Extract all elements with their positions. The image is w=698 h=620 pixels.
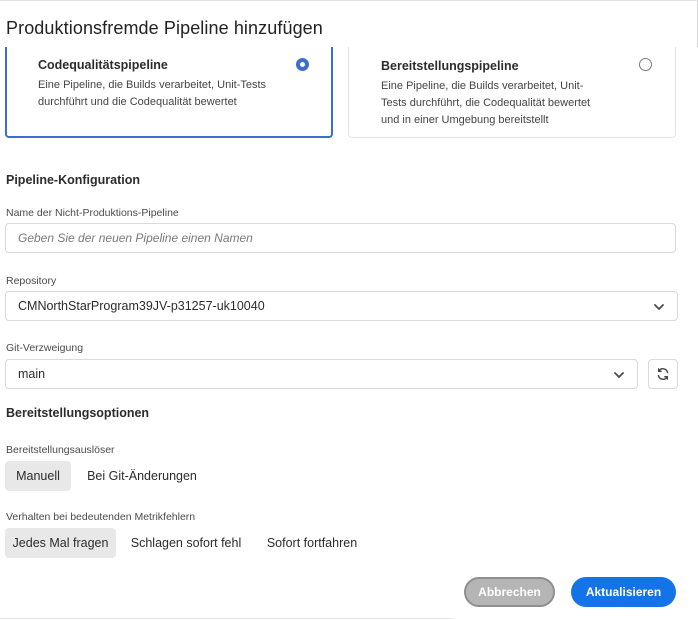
- radio-unselected-icon[interactable]: [639, 58, 652, 71]
- dialog-title: Produktionsfremde Pipeline hinzufügen: [6, 18, 323, 38]
- card-title: Codequalitätspipeline: [38, 58, 168, 72]
- chevron-down-icon: [654, 304, 664, 310]
- metric-failure-label: Verhalten bei bedeutenden Metrikfehlern: [6, 511, 196, 523]
- chevron-down-icon: [614, 372, 624, 378]
- card-title: Bereitstellungspipeline: [381, 59, 519, 73]
- footer-divider: [0, 618, 453, 619]
- refresh-icon: [657, 368, 669, 380]
- trigger-option-manual[interactable]: Manuell: [5, 461, 71, 491]
- radio-selected-icon[interactable]: [296, 58, 309, 71]
- section-heading-deployment-options: Bereitstellungsoptionen: [6, 406, 150, 420]
- update-button[interactable]: Aktualisieren: [571, 577, 676, 607]
- git-branch-picker[interactable]: main: [5, 359, 638, 389]
- repository-value: CMNorthStarProgram39JV-p31257-uk10040: [18, 299, 265, 313]
- git-branch-value: main: [18, 367, 46, 381]
- deployment-trigger-label: Bereitstellungsauslöser: [6, 444, 115, 456]
- metric-option-continue-immediately[interactable]: Sofort fortfahren: [258, 528, 366, 558]
- trigger-option-on-git-changes[interactable]: Bei Git-Änderungen: [79, 461, 205, 491]
- card-code-quality-pipeline[interactable]: Codequalitätspipeline Eine Pipeline, die…: [5, 47, 333, 138]
- pipeline-name-field[interactable]: [5, 223, 676, 253]
- metric-option-fail-immediately[interactable]: Schlagen sofort fehl: [124, 528, 248, 558]
- add-pipeline-dialog: Produktionsfremde Pipeline hinzufügen Co…: [0, 0, 698, 620]
- pipeline-name-label: Name der Nicht-Produktions-Pipeline: [6, 207, 179, 219]
- section-heading-pipeline-config: Pipeline-Konfiguration: [6, 173, 141, 187]
- card-deployment-pipeline[interactable]: Bereitstellungspipeline Eine Pipeline, d…: [348, 47, 676, 138]
- pipeline-name-input[interactable]: [6, 224, 675, 252]
- cancel-button[interactable]: Abbrechen: [464, 577, 555, 607]
- refresh-branches-button[interactable]: [648, 359, 678, 389]
- repository-picker[interactable]: CMNorthStarProgram39JV-p31257-uk10040: [5, 291, 678, 321]
- metric-option-ask-every-time[interactable]: Jedes Mal fragen: [5, 528, 116, 558]
- git-branch-label: Git-Verzweigung: [6, 342, 84, 354]
- repository-label: Repository: [6, 275, 57, 287]
- card-description: Eine Pipeline, die Builds verarbeitet, U…: [38, 79, 267, 108]
- card-description: Eine Pipeline, die Builds verarbeitet, U…: [381, 80, 591, 126]
